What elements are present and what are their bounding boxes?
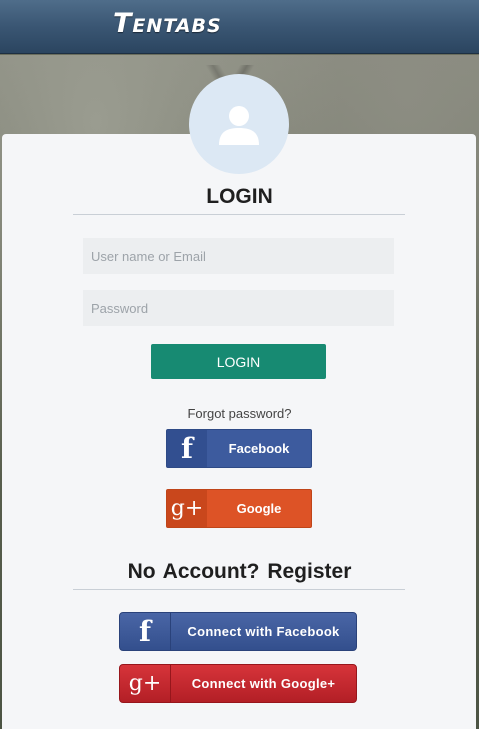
google-plus-icon: g+ bbox=[120, 665, 171, 702]
divider bbox=[73, 214, 405, 215]
google-login-label: Google bbox=[236, 501, 282, 516]
avatar bbox=[189, 74, 289, 174]
facebook-f-icon: f bbox=[167, 430, 207, 467]
login-title: LOGIN bbox=[206, 185, 273, 208]
forgot-password-link[interactable]: Forgot password? bbox=[0, 406, 479, 421]
facebook-login-label: Facebook bbox=[228, 441, 290, 456]
register-title[interactable]: No Account? Register bbox=[0, 560, 479, 584]
connect-google-button[interactable]: g+ Connect with Google+ bbox=[119, 664, 357, 703]
password-input[interactable] bbox=[83, 290, 394, 326]
user-silhouette-icon bbox=[219, 106, 259, 145]
divider bbox=[73, 589, 405, 590]
connect-facebook-button[interactable]: f Connect with Facebook bbox=[119, 612, 357, 651]
login-button[interactable]: LOGIN bbox=[151, 344, 326, 379]
top-bar: Tentabs bbox=[0, 0, 479, 54]
connect-facebook-label: Connect with Facebook bbox=[187, 624, 340, 639]
google-plus-icon: g+ bbox=[167, 490, 207, 527]
facebook-f-icon: f bbox=[120, 613, 171, 650]
username-input[interactable] bbox=[83, 238, 394, 274]
connect-google-label: Connect with Google+ bbox=[191, 676, 336, 691]
brand-logo: Tentabs bbox=[113, 8, 222, 39]
facebook-login-button[interactable]: f Facebook bbox=[166, 429, 312, 468]
google-login-button[interactable]: g+ Google bbox=[166, 489, 312, 528]
